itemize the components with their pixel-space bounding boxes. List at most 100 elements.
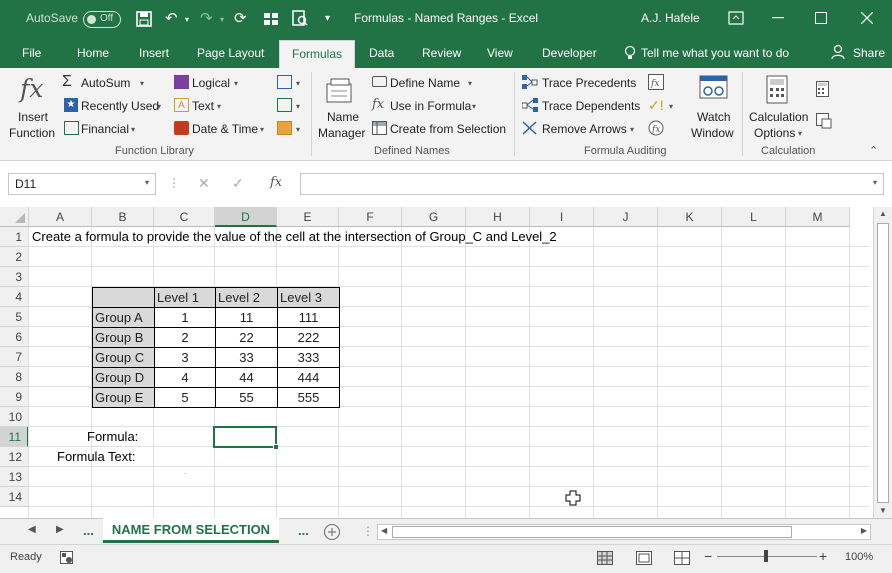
insert-function-icon[interactable]: fx [20, 74, 43, 103]
table-cell[interactable]: 222 [277, 327, 340, 348]
date-time-dropdown-icon[interactable]: ▾ [260, 125, 264, 134]
column-header-l[interactable]: L [722, 207, 786, 227]
table-row-label[interactable]: Group C [92, 347, 155, 368]
column-header-m[interactable]: M [786, 207, 850, 227]
insert-function-fx-icon[interactable]: fx [270, 175, 282, 190]
column-header-g[interactable]: G [402, 207, 466, 227]
table-cell[interactable]: 444 [277, 367, 340, 388]
refresh-icon[interactable]: ⟳ [234, 9, 247, 27]
table-header-cell[interactable]: Level 2 [215, 287, 278, 308]
customize-qat-icon[interactable]: ▾ [325, 13, 330, 24]
zoom-out-icon[interactable]: − [704, 548, 712, 564]
selected-cell-d11[interactable] [213, 426, 279, 450]
expand-formula-bar-icon[interactable]: ▾ [873, 178, 877, 187]
horizontal-scrollbar[interactable]: ◀ ▶ [377, 524, 871, 540]
remove-arrows-icon[interactable] [522, 121, 538, 135]
undo-icon[interactable]: ↶ [165, 9, 178, 27]
print-preview-icon[interactable] [292, 10, 308, 27]
autosum-icon[interactable]: Σ [62, 73, 72, 91]
column-header-e[interactable]: E [277, 207, 339, 227]
lookup-reference-icon[interactable] [277, 75, 292, 89]
add-sheet-icon[interactable] [323, 523, 341, 541]
table-cell[interactable]: 555 [277, 387, 340, 408]
zoom-level[interactable]: 100% [845, 551, 873, 563]
logical-icon[interactable] [174, 75, 189, 89]
recently-used-button[interactable]: Recently Used [81, 99, 159, 113]
table-header-cell[interactable]: Level 3 [277, 287, 340, 308]
table-cell[interactable]: 333 [277, 347, 340, 368]
row-header-10[interactable]: 10 [0, 407, 29, 427]
table-cell[interactable]: 22 [215, 327, 278, 348]
math-trig-dropdown-icon[interactable]: ▾ [296, 102, 300, 111]
sheet-ellipsis-right[interactable]: ... [298, 523, 309, 538]
macro-recording-icon[interactable] [60, 551, 74, 565]
text-function-icon[interactable]: A [174, 98, 189, 112]
text-dropdown-icon[interactable]: ▾ [217, 102, 221, 111]
worksheet-grid[interactable]: ABCDEFGHIJKLM 1 2 3 4 5 6 7 8 9 10 11 12 13 14 Create… [0, 207, 892, 518]
column-header-k[interactable]: K [658, 207, 722, 227]
table-header-cell[interactable] [92, 287, 155, 308]
row-header-3[interactable]: 3 [0, 267, 29, 287]
name-manager-icon[interactable] [325, 76, 355, 106]
table-cell[interactable]: 2 [154, 327, 216, 348]
column-header-j[interactable]: J [594, 207, 658, 227]
table-row-label[interactable]: Group E [92, 387, 155, 408]
trace-precedents-icon[interactable] [522, 75, 538, 89]
error-checking-dropdown-icon[interactable]: ▾ [669, 102, 673, 111]
table-cell[interactable]: 5 [154, 387, 216, 408]
evaluate-formula-icon[interactable]: fx [648, 120, 664, 136]
undo-dropdown-icon[interactable]: ▾ [185, 15, 189, 24]
save-icon[interactable] [136, 11, 152, 27]
table-cell[interactable]: 4 [154, 367, 216, 388]
tell-me-search[interactable]: Tell me what you want to do [641, 46, 789, 60]
show-formulas-icon[interactable]: fx [648, 74, 664, 90]
column-header-f[interactable]: F [339, 207, 402, 227]
more-functions-icon[interactable] [277, 121, 292, 135]
column-header-h[interactable]: H [466, 207, 530, 227]
tab-home[interactable]: Home [77, 46, 109, 60]
calculator-icon[interactable] [766, 75, 790, 105]
more-functions-dropdown-icon[interactable]: ▾ [296, 125, 300, 134]
horizontal-scroll-thumb[interactable] [392, 526, 792, 538]
financial-button[interactable]: Financial [81, 122, 129, 136]
table-row-label[interactable]: Group B [92, 327, 155, 348]
define-name-dropdown-icon[interactable]: ▾ [468, 79, 472, 88]
select-all-corner[interactable] [0, 207, 29, 227]
logical-dropdown-icon[interactable]: ▾ [234, 79, 238, 88]
autosum-dropdown-icon[interactable]: ▾ [140, 79, 144, 88]
watch-window-label-2[interactable]: Window [691, 126, 734, 140]
instruction-text[interactable]: Create a formula to provide the value of… [32, 227, 557, 247]
vertical-scrollbar[interactable]: ▲ ▼ [873, 207, 892, 518]
use-in-formula-dropdown-icon[interactable]: ▾ [472, 102, 476, 111]
column-header-c[interactable]: C [154, 207, 215, 227]
scroll-left-icon[interactable]: ◀ [381, 526, 387, 535]
clock-icon[interactable] [174, 121, 189, 135]
tab-file[interactable]: File [22, 46, 41, 60]
column-header-b[interactable]: B [92, 207, 154, 227]
tab-developer[interactable]: Developer [542, 46, 597, 60]
prev-sheet-icon[interactable]: ◀ [28, 524, 36, 535]
table-cell[interactable]: 33 [215, 347, 278, 368]
math-trig-icon[interactable] [277, 98, 292, 112]
vertical-scroll-thumb[interactable] [877, 223, 889, 503]
autosave-toggle[interactable]: Off [83, 11, 121, 28]
tab-insert[interactable]: Insert [139, 46, 169, 60]
table-row-label[interactable]: Group A [92, 307, 155, 328]
insert-function-label-1[interactable]: Insert [18, 110, 48, 124]
split-handle-icon[interactable]: ⋮ [362, 524, 374, 538]
trace-dependents-icon[interactable] [522, 98, 538, 112]
error-checking-icon[interactable]: ✓! [648, 97, 664, 114]
define-name-button[interactable]: Define Name [390, 76, 460, 90]
recently-used-dropdown-icon[interactable]: ▾ [157, 102, 161, 111]
calculation-options-label-2[interactable]: Options [754, 126, 795, 140]
autosum-button[interactable]: AutoSum [81, 76, 130, 90]
name-box[interactable]: D11 ▾ [8, 173, 156, 195]
remove-arrows-dropdown-icon[interactable]: ▾ [630, 125, 634, 134]
minimize-icon[interactable] [772, 17, 784, 19]
fill-handle[interactable] [273, 444, 279, 450]
define-name-icon[interactable] [372, 76, 387, 87]
calculation-options-label-1[interactable]: Calculation [749, 110, 808, 124]
tab-page-layout[interactable]: Page Layout [197, 46, 264, 60]
row-header-6[interactable]: 6 [0, 327, 29, 347]
zoom-in-icon[interactable]: + [819, 548, 827, 564]
